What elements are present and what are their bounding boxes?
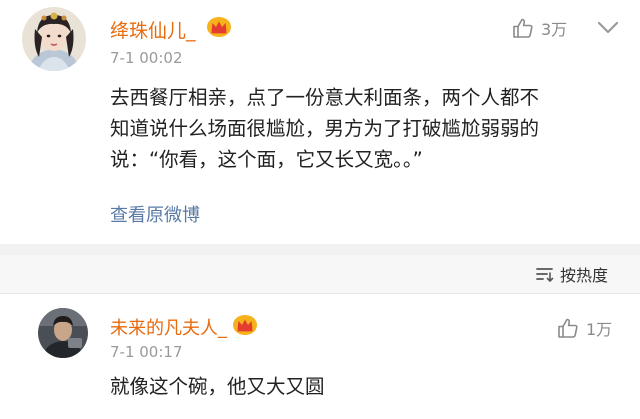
username[interactable]: 绛珠仙儿_ (110, 16, 196, 43)
crown-icon (207, 17, 231, 37)
thumbs-up-icon (558, 318, 578, 338)
like-button[interactable]: 1万 (556, 316, 612, 340)
sort-label: 按热度 (560, 266, 609, 285)
timestamp: 7-1 00:02 (110, 49, 183, 67)
username[interactable]: 未来的凡夫人_ (110, 314, 227, 340)
comment-text-line: 去西餐厅相亲，点了一份意大利面条，两个人都不 (110, 86, 540, 109)
comment-card-1: 绛珠仙儿_ 7-1 00:02 3万 去西餐厅相亲，点了一份意大利面条，两个人都… (0, 0, 640, 244)
sort-bar: 按热度 (0, 255, 640, 293)
comment-text-line: 说：“你看，这个面，它又长又宽。。” (110, 148, 423, 171)
sort-button[interactable]: 按热度 (535, 262, 608, 286)
avatar[interactable] (22, 7, 86, 71)
crown-icon (233, 315, 257, 335)
section-separator (0, 244, 640, 255)
sort-icon (536, 268, 554, 282)
thumbs-up-icon (513, 18, 533, 38)
comment-text: 就像这个碗，他又大又圆 (110, 375, 325, 398)
view-original-link[interactable]: 查看原微博 (110, 201, 200, 227)
comment-text-line: 知道说什么场面很尴尬，男方为了打破尴尬弱弱的 (110, 117, 540, 140)
like-count: 3万 (541, 20, 568, 39)
comment-text: 去西餐厅相亲，点了一份意大利面条，两个人都不 知道说什么场面很尴尬，男方为了打破… (110, 82, 625, 175)
timestamp: 7-1 00:17 (110, 343, 183, 361)
like-button[interactable]: 3万 (511, 16, 567, 40)
chevron-down-icon[interactable] (595, 18, 621, 38)
avatar[interactable] (38, 308, 88, 358)
comment-card-2: 未来的凡夫人_ 7-1 00:17 1万 就像这个碗，他又大又圆 (0, 294, 640, 419)
like-count: 1万 (586, 320, 613, 339)
